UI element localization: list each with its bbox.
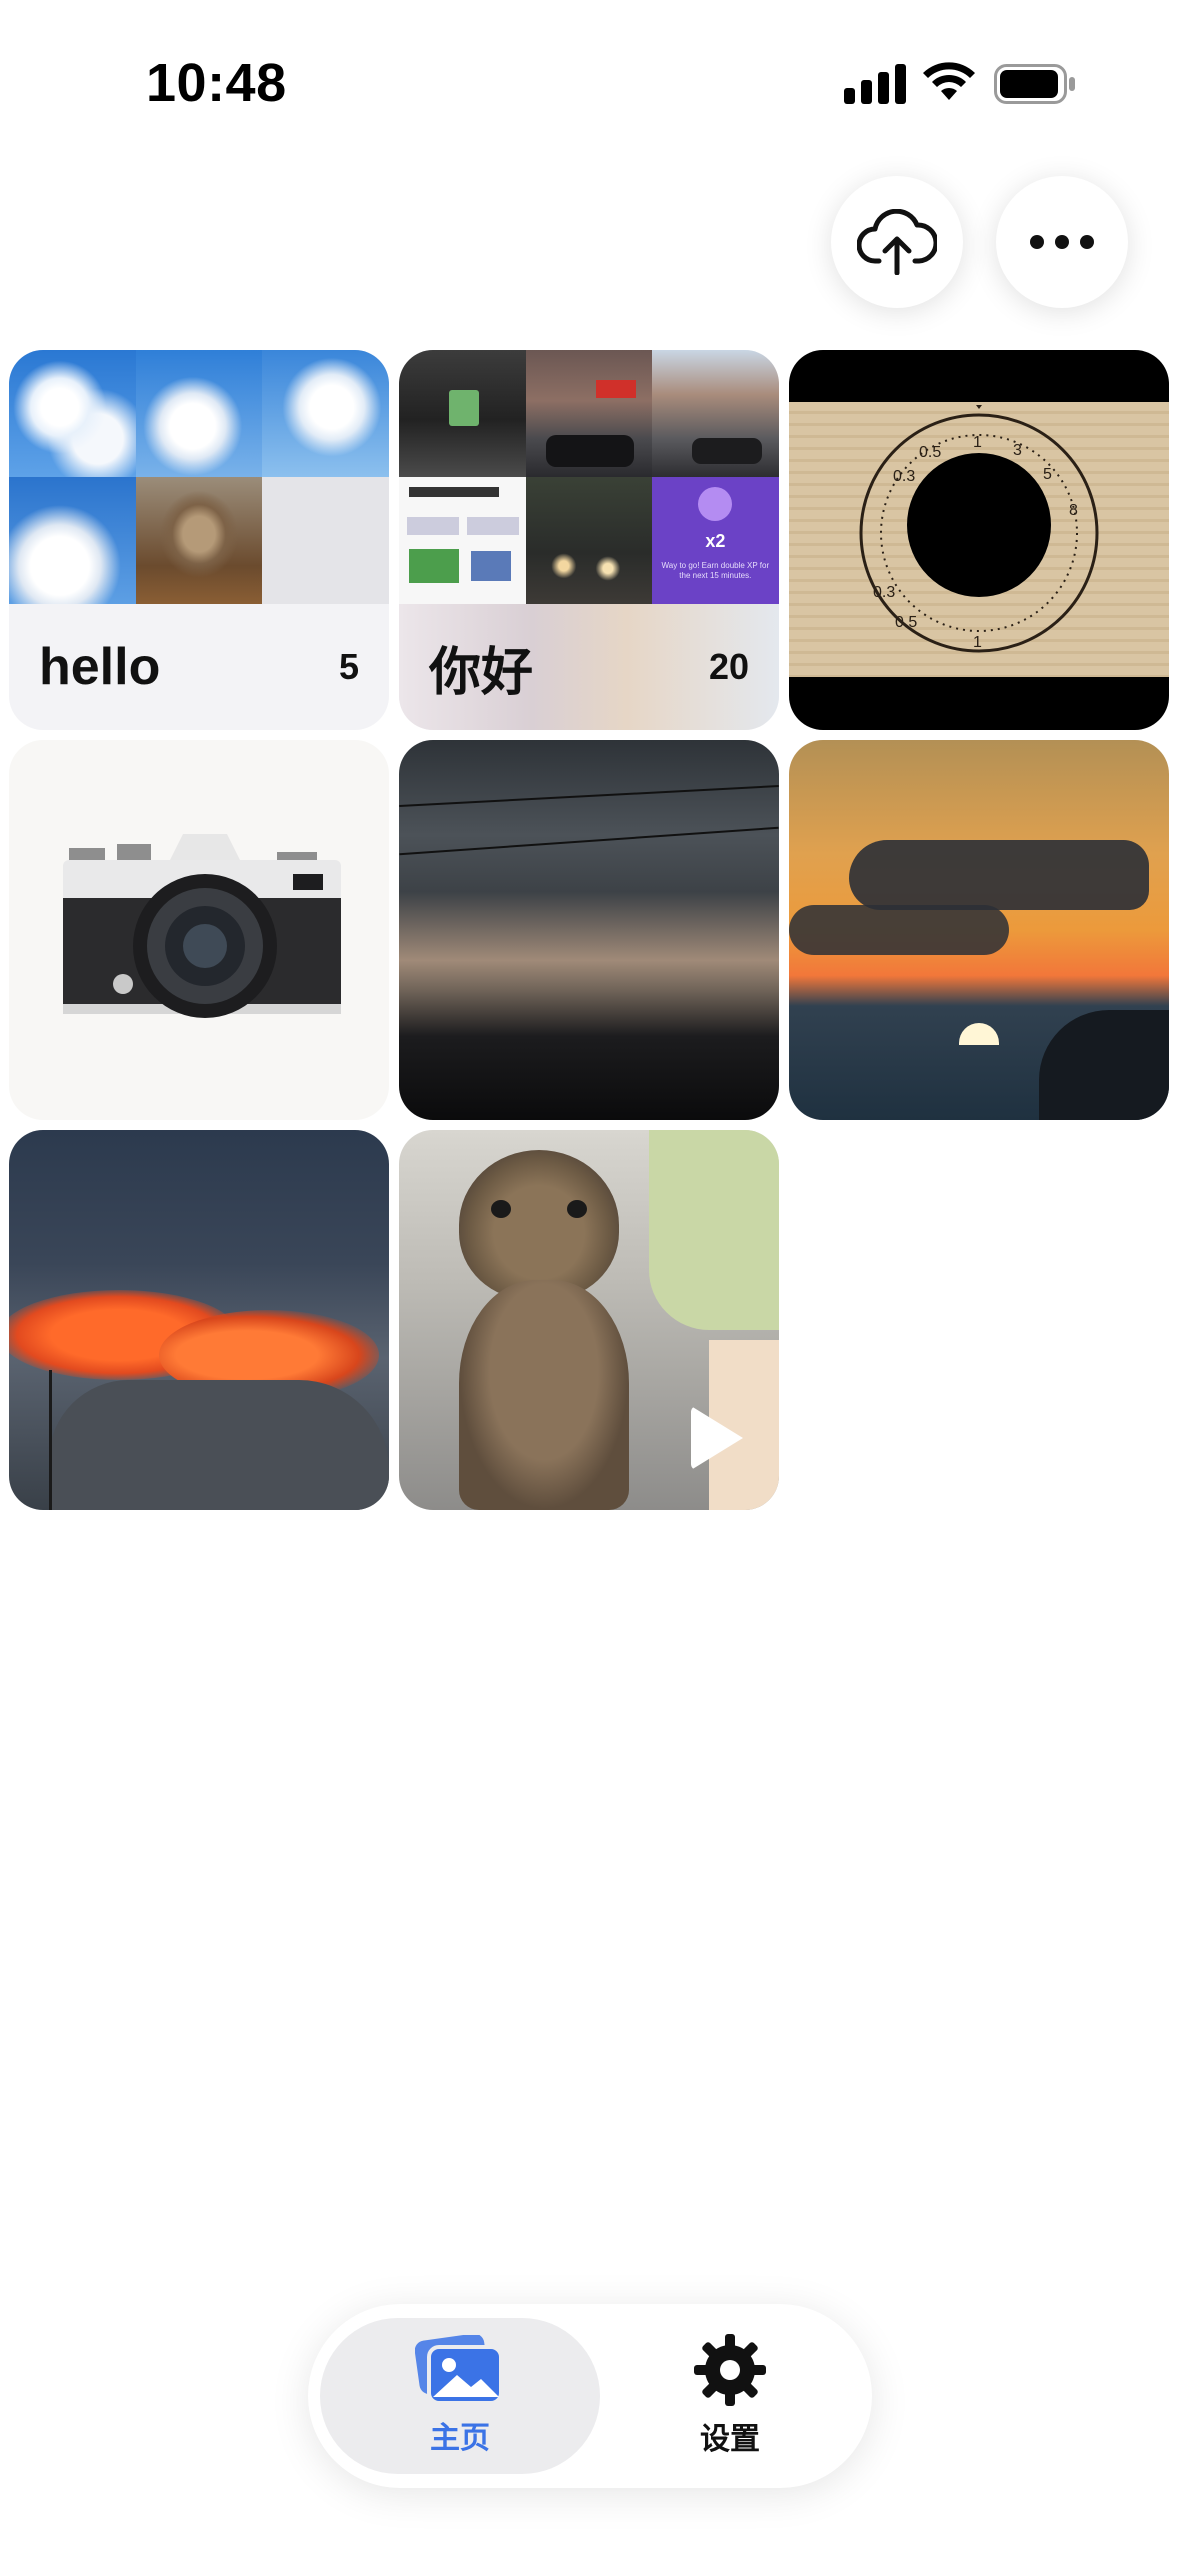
dial-label: 0.3 (873, 584, 895, 601)
cloud-upload-icon (857, 209, 937, 275)
night-street-thumb (525, 477, 653, 604)
cloud-photo-thumb (135, 350, 263, 477)
album-label: hello 5 (9, 604, 389, 730)
photo-dusk-landscape[interactable] (399, 740, 779, 1120)
ellipsis-icon (1030, 235, 1094, 249)
album-name: hello (39, 638, 161, 696)
cellular-signal-icon (844, 64, 906, 104)
tab-label: 设置 (700, 2423, 760, 2456)
dial-label: 5 (1043, 466, 1052, 483)
dial-label: 1 (973, 634, 982, 651)
wifi-icon (923, 62, 975, 100)
album-name: 你好 (429, 643, 534, 702)
photo-sunset-sea[interactable] (789, 740, 1169, 1120)
dial-label: 0.3 (893, 468, 915, 485)
more-button[interactable] (996, 176, 1128, 308)
gear-icon (694, 2334, 766, 2406)
play-icon (691, 1406, 743, 1470)
dial-label: 1 (973, 434, 982, 451)
cloud-photo-thumb (9, 350, 136, 477)
photos-icon (415, 2335, 503, 2405)
dial-label: 0.5 (919, 444, 941, 461)
album-cover-mosaic: x2 Way to go! Earn double XP for the nex… (399, 350, 779, 604)
album-card-hello[interactable]: hello 5 (9, 350, 389, 730)
blank-photo-thumb (262, 477, 389, 604)
dial-label: 3 (1013, 442, 1022, 459)
album-label: 你好 20 (399, 604, 779, 730)
dial-label: 8 (1069, 502, 1078, 519)
cloud-photo-thumb (9, 477, 136, 604)
album-cover-mosaic (9, 350, 389, 604)
tab-home[interactable]: 主页 (320, 2318, 600, 2474)
photo-dial-cardboard[interactable]: 0.3 0.5 1 3 5 8 0.3 0.5 1 (789, 350, 1169, 730)
tab-label: 主页 (430, 2422, 490, 2455)
screenshot-thumb (399, 477, 526, 604)
reward-caption: Way to go! Earn double XP for the next 1… (661, 561, 770, 580)
status-bar: 10:48 (0, 0, 1179, 160)
album-count: 20 (708, 646, 749, 687)
photo-thumb (399, 350, 526, 477)
tab-bar: 主页 设置 (308, 2304, 872, 2488)
dial-icon: 0.3 0.5 1 3 5 8 0.3 0.5 1 (859, 405, 1099, 653)
battery-icon (994, 64, 1075, 104)
photo-orange-cloud[interactable] (9, 1130, 389, 1510)
status-time: 10:48 (146, 53, 287, 113)
street-photo-thumb (525, 350, 653, 477)
reward-multiplier: x2 (705, 531, 726, 551)
dial-label: 0.5 (895, 614, 917, 631)
street-photo-thumb (652, 350, 779, 477)
upload-button[interactable] (831, 176, 963, 308)
photo-camera-illustration[interactable] (9, 740, 389, 1120)
app-reward-thumb: x2 Way to go! Earn double XP for the nex… (652, 477, 779, 604)
tab-settings[interactable]: 设置 (590, 2318, 870, 2474)
video-cat[interactable] (399, 1130, 779, 1510)
cat-photo-thumb (135, 477, 263, 604)
camera-icon (63, 834, 341, 1018)
album-count: 5 (338, 646, 359, 687)
cloud-photo-thumb (262, 350, 389, 477)
album-card-nihao[interactable]: x2 Way to go! Earn double XP for the nex… (399, 350, 779, 730)
